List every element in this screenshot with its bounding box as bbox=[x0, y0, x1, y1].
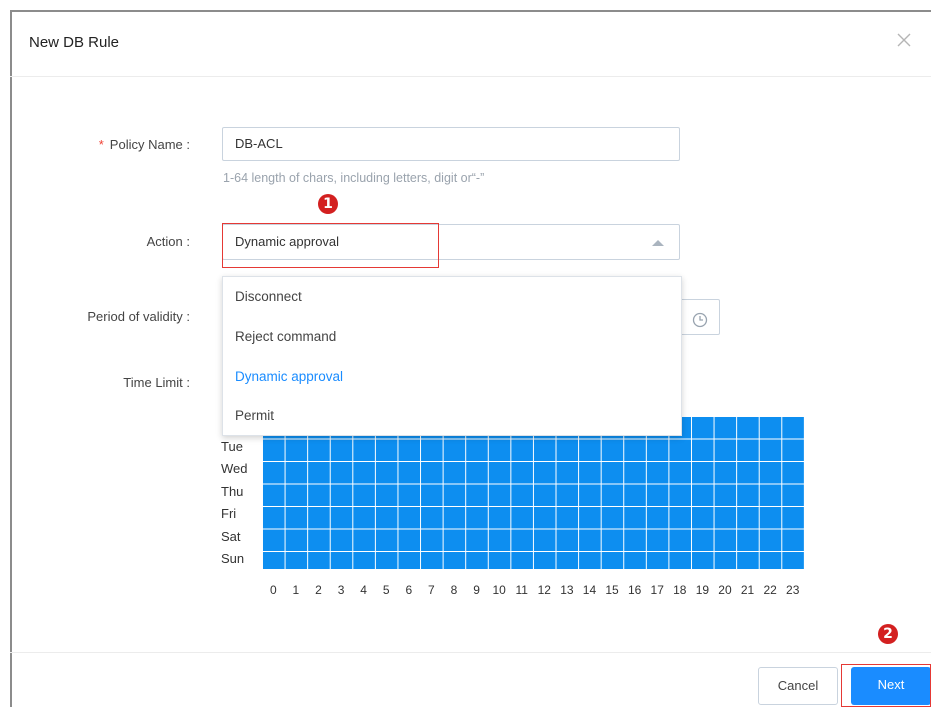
hour-label: 10 bbox=[492, 583, 506, 597]
day-label: Sun bbox=[221, 551, 245, 566]
hour-label: 5 bbox=[382, 583, 390, 597]
dropdown-option-permit[interactable]: Permit bbox=[235, 408, 274, 423]
hour-label: 1 bbox=[292, 583, 300, 597]
day-label: Fri bbox=[221, 506, 237, 521]
hour-label: 18 bbox=[673, 583, 687, 597]
day-label: Sat bbox=[221, 529, 241, 544]
day-label: Tue bbox=[221, 439, 243, 454]
policy-name-hint: 1-64 length of chars, including letters,… bbox=[223, 171, 485, 185]
hour-label: 11 bbox=[515, 583, 528, 597]
dialog-title: New DB Rule bbox=[29, 34, 120, 51]
time-limit-label: Time Limit : bbox=[123, 375, 190, 390]
policy-name-label-text: Policy Name : bbox=[109, 137, 190, 152]
validity-label: Period of validity : bbox=[87, 309, 190, 324]
hour-label: 21 bbox=[740, 583, 755, 597]
policy-name-input[interactable]: DB-ACL bbox=[222, 127, 680, 161]
hour-label: 17 bbox=[650, 583, 664, 597]
hour-label: 8 bbox=[450, 583, 458, 597]
day-label: Wed bbox=[221, 461, 248, 476]
cancel-button[interactable]: Cancel bbox=[758, 667, 838, 705]
action-label: Action : bbox=[146, 234, 190, 249]
header-divider bbox=[10, 76, 931, 77]
dropdown-option-dynamic-approval[interactable]: Dynamic approval bbox=[235, 369, 343, 384]
hour-label: 12 bbox=[537, 583, 551, 597]
policy-name-label: * Policy Name : bbox=[0, 137, 190, 152]
hour-label: 7 bbox=[428, 583, 435, 597]
hour-label: 13 bbox=[560, 583, 574, 597]
required-mark: * bbox=[98, 137, 104, 152]
hour-label: 16 bbox=[627, 583, 642, 597]
day-label: Thu bbox=[221, 484, 244, 499]
step-badge-2: 2 bbox=[878, 624, 898, 644]
hour-label: 2 bbox=[315, 583, 322, 597]
action-dropdown-menu: Disconnect Reject command Dynamic approv… bbox=[222, 276, 682, 436]
dropdown-option-disconnect[interactable]: Disconnect bbox=[235, 289, 302, 304]
hour-label: 4 bbox=[360, 583, 367, 597]
close-icon[interactable] bbox=[893, 29, 915, 51]
hour-label: 6 bbox=[405, 583, 413, 597]
highlight-box-next bbox=[841, 664, 931, 707]
hour-label: 19 bbox=[695, 583, 710, 597]
validity-time-picker[interactable] bbox=[680, 299, 720, 335]
hour-label: 20 bbox=[718, 583, 732, 597]
hour-label: 0 bbox=[269, 583, 277, 597]
hour-label: 9 bbox=[473, 583, 480, 597]
dropdown-option-reject-command[interactable]: Reject command bbox=[235, 329, 336, 344]
step-badge-1: 1 bbox=[318, 194, 338, 214]
highlight-box-action bbox=[222, 223, 439, 268]
hour-label: 23 bbox=[786, 583, 800, 597]
footer-divider bbox=[10, 652, 931, 653]
caret-up-icon bbox=[651, 225, 665, 272]
clock-icon bbox=[691, 309, 709, 341]
hour-label: 22 bbox=[763, 583, 777, 597]
hour-label: 3 bbox=[337, 583, 345, 597]
hour-label: 14 bbox=[582, 583, 597, 597]
hour-label: 15 bbox=[605, 583, 619, 597]
time-limit-grid[interactable] bbox=[262, 416, 805, 569]
